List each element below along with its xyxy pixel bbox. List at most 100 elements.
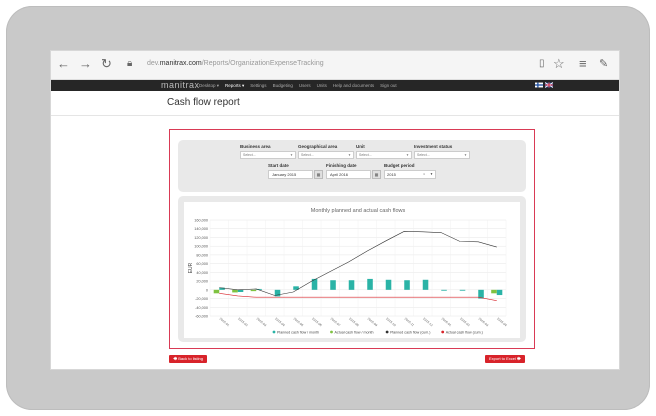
browser-toolbar: ← → ↻ 🔒︎ dev.manitrax.com/Reports/Organi…	[51, 51, 619, 80]
y-tick-label: 20,000	[196, 280, 208, 284]
calendar-icon[interactable]: ▦	[314, 170, 323, 179]
x-tick-label: 2015-01	[219, 317, 231, 328]
bar-actual	[232, 289, 238, 293]
nav-desktop[interactable]: Desktop ▾	[199, 80, 219, 91]
bar-planned	[367, 278, 373, 290]
y-tick-label: 160,000	[194, 219, 208, 223]
geographical-area-select[interactable]: Select... ▼	[298, 151, 354, 159]
brand-logo[interactable]: manitrax	[161, 80, 200, 91]
finishing-date-input[interactable]: April 2016	[326, 170, 371, 179]
x-tick-label: 2015-07	[330, 317, 342, 328]
x-tick-label: 2015-11	[404, 317, 416, 328]
bar-planned	[385, 279, 392, 290]
app-navbar: manitrax Desktop ▾ Reports ▾ Settings Bu…	[51, 80, 619, 91]
bar-actual	[491, 289, 497, 294]
y-tick-label: 0	[206, 288, 208, 292]
x-tick-label: 2015-12	[422, 317, 434, 328]
investment-status-select[interactable]: Select... ▼	[414, 151, 470, 159]
nav-help[interactable]: Help and documents	[333, 80, 374, 91]
address-bar[interactable]: dev.manitrax.com/Reports/OrganizationExp…	[147, 60, 324, 67]
x-tick-label: 2016-01	[441, 317, 453, 328]
hub-menu-icon[interactable]: ≡	[579, 55, 587, 73]
start-date-input[interactable]: January 2015	[268, 170, 313, 179]
cash-flow-chart: Monthly planned and actual cash flows 160…	[188, 208, 508, 334]
nav-sign-out[interactable]: Sign out	[380, 80, 397, 91]
nav-settings[interactable]: Settings	[250, 80, 266, 91]
budget-period-select[interactable]: 2015 × ▼	[384, 170, 436, 179]
business-area-select[interactable]: Select... ▼	[240, 151, 296, 159]
back-to-listing-button[interactable]: 🡄︎ Back to listing	[169, 355, 207, 363]
legend-item: Planned cash flow (cum.)	[390, 330, 430, 334]
y-tick-label: 40,000	[196, 271, 208, 275]
x-tick-label: 2015-10	[385, 317, 397, 328]
bar-planned	[441, 289, 447, 291]
forward-arrow-icon[interactable]: →	[79, 55, 92, 73]
legend-marker	[272, 330, 276, 334]
chart-title: Monthly planned and actual cash flows	[311, 208, 406, 214]
reading-view-icon[interactable]: ▯	[539, 55, 545, 73]
nav-users[interactable]: Users	[299, 80, 311, 91]
legend-marker	[330, 330, 333, 334]
start-date-label: Start date	[268, 163, 289, 168]
x-tick-label: 2016-04	[496, 317, 508, 328]
x-tick-label: 2015-03	[256, 317, 268, 328]
x-tick-label: 2015-05	[293, 317, 305, 328]
page-header: Cash flow report	[51, 91, 619, 116]
page-title: Cash flow report	[167, 97, 240, 108]
finishing-date-label: Finishing date	[326, 163, 357, 168]
y-tick-label: 80,000	[196, 253, 208, 257]
chart-container: Monthly planned and actual cash flows 160…	[178, 196, 526, 342]
unit-select[interactable]: Select... ▼	[356, 151, 412, 159]
clear-icon[interactable]: ×	[423, 171, 425, 178]
legend-marker	[441, 330, 445, 334]
nav-reports[interactable]: Reports ▾	[225, 80, 244, 91]
y-tick-label: 100,000	[194, 245, 208, 249]
lock-icon: 🔒︎	[127, 58, 133, 69]
x-tick-label: 2016-03	[478, 317, 490, 328]
uk-flag-icon[interactable]	[545, 82, 553, 88]
budget-period-label: Budget period	[384, 163, 415, 168]
legend-marker	[385, 330, 389, 334]
x-tick-label: 2015-04	[274, 317, 286, 328]
legend-item: Planned cash flow / month	[277, 330, 319, 334]
business-area-label: Business area	[240, 144, 271, 149]
x-tick-label: 2015-08	[348, 317, 360, 328]
x-tick-label: 2016-02	[459, 317, 471, 328]
y-tick-label: 120,000	[194, 236, 208, 240]
export-to-excel-button[interactable]: Export to Excel 🡆︎	[485, 355, 526, 363]
filters-panel: Business area Select... ▼ Geographical ar…	[178, 140, 526, 192]
bar-actual	[213, 289, 220, 294]
favorite-star-icon[interactable]: ☆	[553, 55, 565, 73]
investment-status-label: Investment status	[414, 144, 453, 149]
bar-planned	[422, 279, 429, 290]
report-panel: Business area Select... ▼ Geographical ar…	[169, 129, 535, 349]
bar-planned	[459, 289, 466, 291]
bar-planned	[404, 280, 410, 290]
y-tick-label: -20,000	[195, 297, 208, 301]
calendar-icon[interactable]: ▦	[372, 170, 381, 179]
geographical-area-label: Geographical area	[298, 144, 338, 149]
chevron-down-icon: ▼	[348, 153, 351, 157]
y-tick-label: -40,000	[195, 306, 208, 310]
legend-item: Actual cash flow (cum.)	[446, 330, 483, 334]
web-note-icon[interactable]: ✎	[599, 55, 608, 73]
finnish-flag-icon[interactable]	[535, 82, 543, 88]
language-flags	[535, 82, 553, 88]
nav-budgeting[interactable]: Budgeting	[273, 80, 293, 91]
nav-units[interactable]: Units	[317, 80, 327, 91]
back-arrow-icon[interactable]: ←	[57, 55, 70, 73]
x-tick-label: 2015-02	[237, 317, 249, 328]
chart-area: Monthly planned and actual cash flows 160…	[184, 202, 520, 338]
bar-planned	[330, 280, 336, 290]
refresh-icon[interactable]: ↻	[101, 55, 112, 73]
chevron-down-icon: ▼	[430, 172, 433, 176]
y-tick-label: 60,000	[196, 262, 208, 266]
y-axis-label: EUR	[188, 262, 194, 273]
y-tick-label: 140,000	[194, 227, 208, 231]
y-tick-label: -60,000	[195, 315, 208, 319]
device-frame: ← → ↻ 🔒︎ dev.manitrax.com/Reports/Organi…	[6, 6, 650, 410]
chevron-down-icon: ▼	[290, 153, 293, 157]
bar-planned	[348, 280, 355, 290]
chevron-down-icon: ▼	[406, 153, 409, 157]
bar-planned	[496, 289, 503, 296]
